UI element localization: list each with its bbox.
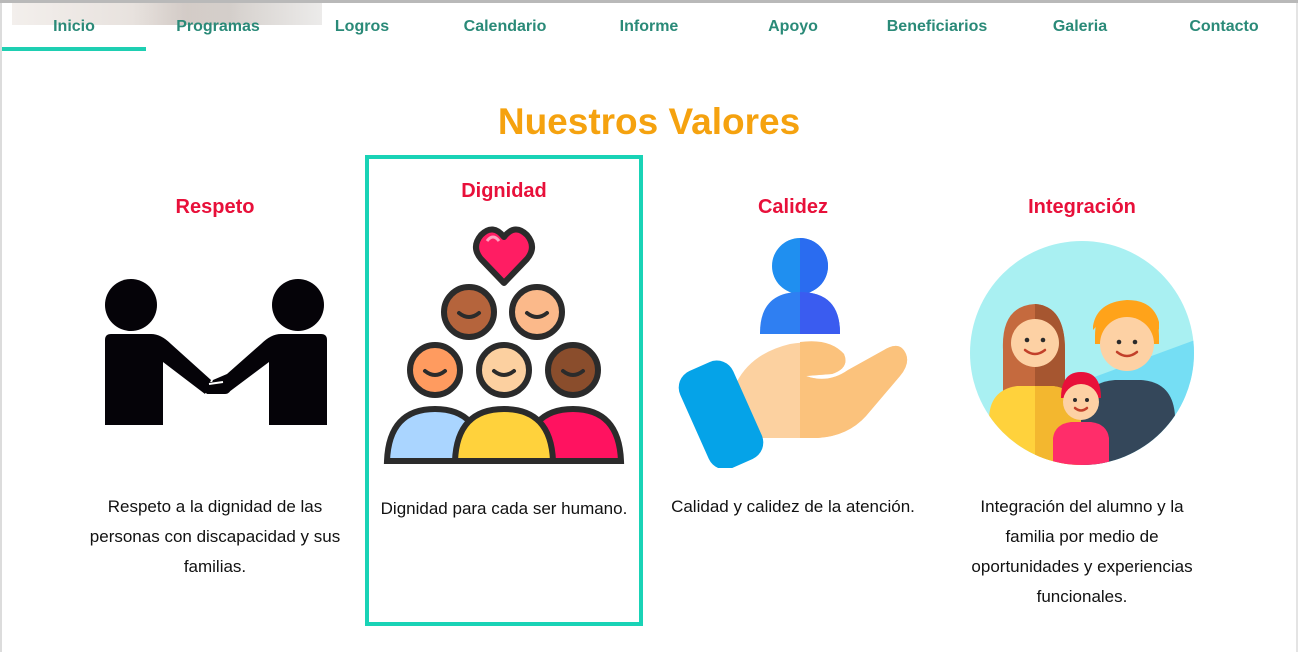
people-heart-icon (383, 226, 625, 464)
nav-item-calendario[interactable]: Calendario (433, 3, 577, 53)
nav-label: Galeria (1052, 18, 1108, 35)
card-text: Integración del alumno y la familia por … (971, 497, 1193, 606)
nav-item-contacto[interactable]: Contacto (1152, 3, 1296, 53)
card-title: Respeto (175, 196, 255, 218)
nav-label: Logros (334, 18, 390, 35)
nav-item-beneficiarios[interactable]: Beneficiarios (865, 3, 1009, 53)
nav-item-apoyo[interactable]: Apoyo (721, 3, 865, 53)
nav-item-inicio[interactable]: Inicio (2, 3, 146, 53)
handshake-icon (105, 279, 327, 425)
nav-label: Programas (176, 18, 260, 35)
family-icon (970, 241, 1194, 465)
card-title: Integración (1028, 196, 1136, 218)
card-title: Dignidad (461, 180, 547, 202)
nav-label: Informe (619, 18, 679, 35)
nav-item-informe[interactable]: Informe (577, 3, 721, 53)
section-title: Nuestros Valores (497, 101, 801, 142)
value-card-calidez: Calidez Calidad y calidez de la atención… (666, 150, 920, 620)
hand-holding-person-icon (678, 238, 908, 468)
nav-label: Apoyo (768, 18, 818, 35)
card-text: Calidad y calidez de la atención. (671, 497, 915, 516)
card-text: Respeto a la dignidad de las personas co… (89, 497, 341, 576)
value-card-respeto: Respeto Respeto a la dignidad de las per… (88, 150, 342, 620)
nav-label: Contacto (1189, 18, 1259, 35)
card-title: Calidez (757, 196, 829, 218)
main-nav: Inicio Programas Logros Calendario Infor… (2, 3, 1296, 55)
nav-label: Inicio (53, 18, 95, 35)
nav-item-programas[interactable]: Programas (146, 3, 290, 53)
value-card-dignidad: Dignidad Dignidad para cada ser humano. (370, 160, 638, 622)
nav-label: Beneficiarios (886, 18, 988, 35)
value-card-integracion: Integración Integración del alumno y la … (955, 150, 1209, 620)
card-text: Dignidad para cada ser humano. (380, 499, 628, 518)
nav-item-logros[interactable]: Logros (290, 3, 434, 53)
active-nav-indicator (2, 47, 146, 51)
nav-item-galeria[interactable]: Galeria (1008, 3, 1152, 53)
nav-label: Calendario (463, 18, 547, 35)
